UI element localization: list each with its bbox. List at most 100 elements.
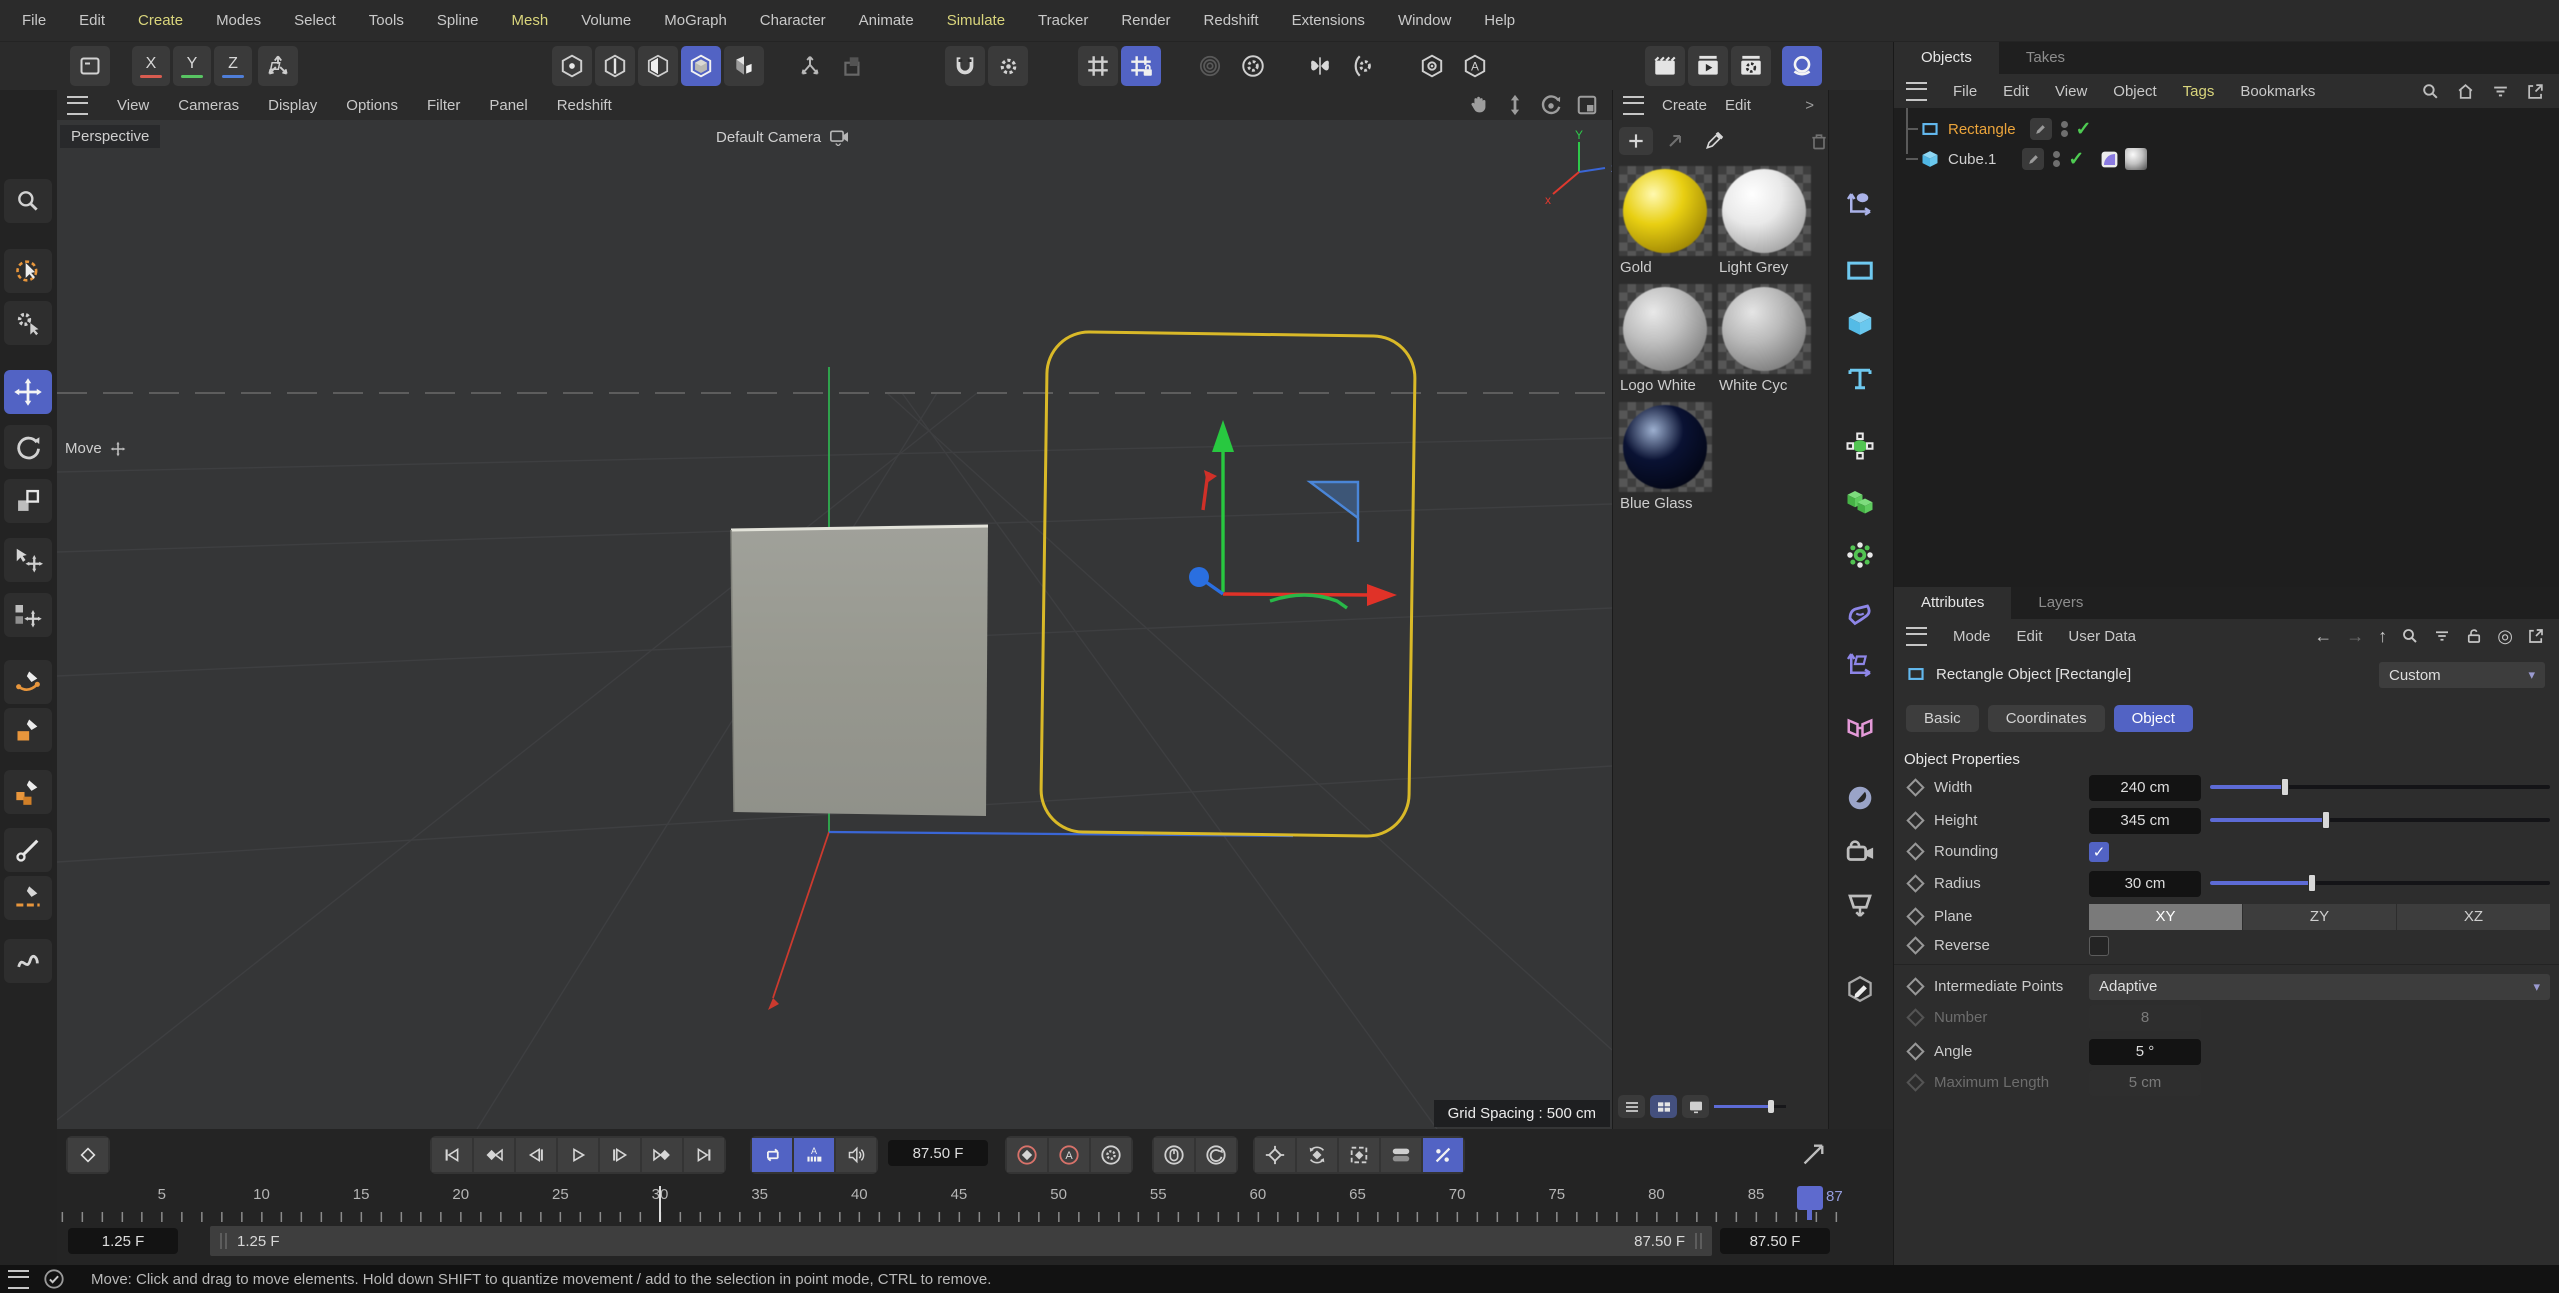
next-frame-button[interactable] <box>600 1138 640 1172</box>
menubar-item[interactable]: Render <box>1121 12 1170 29</box>
materials-menu-icon[interactable] <box>1623 96 1644 115</box>
materials-create-menu[interactable]: Create <box>1662 97 1707 114</box>
group-title[interactable]: Object Properties <box>1904 751 2020 768</box>
menubar-item[interactable]: Create <box>138 12 183 29</box>
materials-edit-menu[interactable]: Edit <box>1725 97 1751 114</box>
material-tag-icon[interactable] <box>2125 148 2147 170</box>
goto-start-button[interactable] <box>432 1138 472 1172</box>
shaded-view-button[interactable] <box>1682 1095 1709 1118</box>
range-start-field[interactable]: 1.25 F <box>68 1228 178 1254</box>
symmetry-settings-icon[interactable] <box>1343 46 1383 86</box>
primitive-pen-button[interactable] <box>4 770 52 814</box>
popout-icon[interactable] <box>2526 82 2545 101</box>
scale-tool-button[interactable] <box>4 479 52 523</box>
delete-material-button[interactable] <box>1802 127 1828 155</box>
record-position-button[interactable] <box>1007 1138 1047 1172</box>
material-thumbnail[interactable] <box>1619 402 1712 492</box>
range-grip-right[interactable] <box>1695 1233 1702 1249</box>
viewport[interactable]: Y z x Perspective Default Camera Move Gr… <box>57 120 1612 1129</box>
plane-option[interactable]: ZY <box>2243 904 2396 930</box>
preset-dropdown[interactable]: Custom▾ <box>2379 662 2545 688</box>
menubar-item[interactable]: Window <box>1398 12 1451 29</box>
objects-menu-item[interactable]: Bookmarks <box>2240 83 2315 100</box>
autokey-range-button[interactable]: A <box>794 1138 834 1172</box>
attributes-menu-icon[interactable] <box>1906 627 1927 646</box>
status-menu-icon[interactable] <box>8 1270 29 1289</box>
material-item[interactable]: Blue Glass <box>1619 402 1712 520</box>
mouse-record-button[interactable] <box>1154 1138 1194 1172</box>
viewport-menu-item[interactable]: Redshift <box>557 97 612 114</box>
frame-view-icon[interactable] <box>1576 94 1598 116</box>
quantize-grid-icon[interactable] <box>1078 46 1118 86</box>
render-settings-icon[interactable] <box>1731 46 1771 86</box>
spline-primitive-button[interactable] <box>1836 248 1884 292</box>
live-selection-button[interactable] <box>4 249 52 293</box>
camera-object-button[interactable] <box>1836 830 1884 874</box>
plane-option[interactable]: XZ <box>2397 904 2550 930</box>
rect-select-icon[interactable] <box>833 46 873 86</box>
visibility-dots[interactable] <box>2053 149 2060 169</box>
timeline-expand-button[interactable] <box>1799 1141 1829 1167</box>
edit-toggle-icon[interactable] <box>2030 118 2052 140</box>
gizmo-y-plane-handle[interactable] <box>1270 595 1347 608</box>
current-frame-field[interactable]: 87.50 F <box>888 1140 988 1166</box>
render-view-icon[interactable] <box>1645 46 1685 86</box>
array-button[interactable] <box>1836 479 1884 523</box>
menubar-item[interactable]: Redshift <box>1204 12 1259 29</box>
width-input[interactable]: 240 cm <box>2089 775 2201 801</box>
orbit-icon[interactable] <box>1540 94 1562 116</box>
material-thumbnail[interactable] <box>1619 284 1712 374</box>
keying-settings-button[interactable] <box>1091 1138 1131 1172</box>
intermediate-points-dropdown[interactable]: Adaptive▾ <box>2089 974 2550 1000</box>
angle-input[interactable]: 5 ° <box>2089 1039 2201 1065</box>
keyframe-button[interactable] <box>68 1138 108 1172</box>
range-grip-left[interactable] <box>220 1233 227 1249</box>
key-cycle-button[interactable] <box>1297 1138 1337 1172</box>
autokey-button[interactable]: A <box>1049 1138 1089 1172</box>
material-item[interactable]: Light Grey <box>1718 166 1811 284</box>
viewport-menu-item[interactable]: Display <box>268 97 317 114</box>
target-icon[interactable]: ◎ <box>2497 626 2513 647</box>
reverse-checkbox[interactable] <box>2089 936 2109 956</box>
menubar-item[interactable]: Mesh <box>512 12 549 29</box>
grid-view-button[interactable] <box>1650 1095 1677 1118</box>
eyedropper-button[interactable] <box>1697 127 1731 155</box>
text-spline-button[interactable] <box>1836 357 1884 401</box>
edges-mode-icon[interactable] <box>595 46 635 86</box>
material-item[interactable]: Gold <box>1619 166 1712 284</box>
objects-menu-item[interactable]: Tags <box>2183 83 2215 100</box>
play-button[interactable] <box>558 1138 598 1172</box>
slider-knob[interactable] <box>2322 811 2330 829</box>
menubar-item[interactable]: MoGraph <box>664 12 727 29</box>
viewport-menu-item[interactable]: Options <box>346 97 398 114</box>
section-tab[interactable]: Object <box>2114 705 2193 732</box>
axis-lock-button[interactable]: X <box>132 46 170 86</box>
plane-option[interactable]: XY <box>2089 904 2242 930</box>
axis-mode-icon[interactable] <box>258 46 298 86</box>
deformer-button[interactable] <box>1836 594 1884 638</box>
camera-label[interactable]: Default Camera <box>705 125 860 149</box>
object-row-rectangle[interactable]: Rectangle ✓ <box>1894 114 2559 144</box>
generator-button[interactable] <box>1836 424 1884 468</box>
objects-tab[interactable]: Objects <box>1894 42 1999 74</box>
menubar-item[interactable]: Select <box>294 12 336 29</box>
rotation-record-button[interactable] <box>1196 1138 1236 1172</box>
material-thumbnail[interactable] <box>1718 166 1811 256</box>
section-tab[interactable]: Coordinates <box>1988 705 2105 732</box>
pan-hand-icon[interactable] <box>1468 94 1490 116</box>
hierarchy-icon[interactable] <box>790 46 830 86</box>
annotation-button[interactable] <box>1836 967 1884 1011</box>
menubar-item[interactable]: Help <box>1484 12 1515 29</box>
pla-button[interactable] <box>1423 1138 1463 1172</box>
playhead[interactable] <box>1797 1186 1823 1210</box>
gizmo-y-arrow[interactable] <box>1212 420 1234 452</box>
preview-range-bar[interactable]: 1.25 F 87.50 F <box>210 1226 1712 1256</box>
polygons-mode-icon[interactable] <box>638 46 678 86</box>
menubar-item[interactable]: Character <box>760 12 826 29</box>
forward-arrow-icon[interactable]: → <box>2346 626 2364 647</box>
sound-button[interactable] <box>836 1138 876 1172</box>
section-tab[interactable]: Basic <box>1906 705 1979 732</box>
toggle-channels-button[interactable] <box>1381 1138 1421 1172</box>
line-tool-button[interactable] <box>4 828 52 872</box>
enabled-check-icon[interactable]: ✓ <box>2076 118 2092 141</box>
